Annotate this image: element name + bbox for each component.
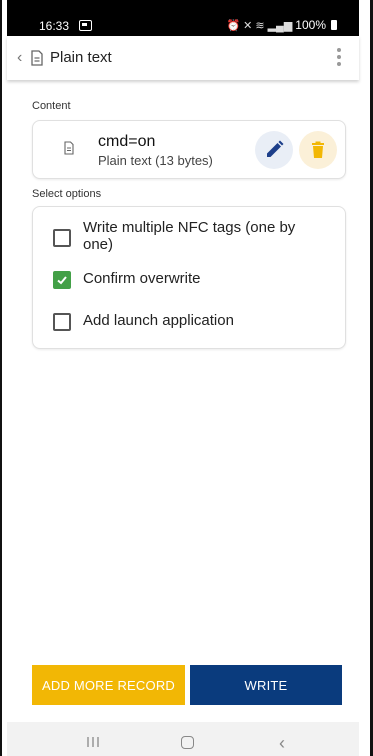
back-icon[interactable]: ‹ [17,49,29,67]
write-button[interactable]: WRITE [190,665,342,705]
record-subtitle: Plain text (13 bytes) [98,153,213,168]
wifi-icon: ≋ [255,19,265,32]
alarm-icon: ⏰ [226,19,241,32]
option-label: Add launch application [83,312,234,329]
checkbox-write-multiple[interactable] [53,229,71,247]
checkmark-icon [57,276,67,285]
status-bar: 16:33 ⏰ ✕ ≋ ▂▄▆ 100% [7,0,359,36]
record-card[interactable]: cmd=on Plain text (13 bytes) [32,120,346,179]
recents-icon[interactable] [87,737,99,747]
checkbox-add-launch-application[interactable] [53,313,71,331]
option-label: Confirm overwrite [83,270,201,287]
document-icon [64,141,74,155]
options-card: Write multiple NFC tags (one by one) Con… [32,206,346,349]
trash-icon [312,141,324,158]
content-section-label: Content [32,100,71,112]
status-icons: ⏰ ✕ ≋ ▂▄▆ 100% [226,18,337,32]
mute-icon: ✕ [243,19,253,32]
back-nav-icon[interactable]: ‹ [279,733,285,754]
document-icon [31,50,43,66]
gallery-notification-icon [79,20,92,31]
option-add-launch-application[interactable]: Add launch application [53,311,333,333]
option-label-line2: one) [83,236,114,253]
option-confirm-overwrite[interactable]: Confirm overwrite [53,269,333,291]
option-write-multiple[interactable]: Write multiple NFC tags (one by one) [53,219,333,259]
delete-record-button[interactable] [299,131,337,169]
action-buttons: ADD MORE RECORD WRITE [32,665,342,705]
overflow-menu-icon[interactable] [337,48,341,68]
system-nav-bar: ‹ [7,722,359,756]
home-icon[interactable] [181,736,194,749]
page-title: Plain text [50,49,112,66]
status-time: 16:33 [39,19,70,33]
battery-icon [331,20,337,30]
app-bar: ‹ Plain text [7,36,359,80]
left-border [0,0,2,756]
signal-icon: ▂▄▆ [267,19,293,32]
options-section-label: Select options [32,188,102,200]
edit-record-button[interactable] [255,131,293,169]
battery-percent: 100% [295,18,326,32]
checkbox-confirm-overwrite[interactable] [53,271,71,289]
pencil-icon [267,140,284,157]
screenshot-frame: 16:33 ⏰ ✕ ≋ ▂▄▆ 100% ‹ Plain text Conten… [0,0,373,756]
phone-screen: 16:33 ⏰ ✕ ≋ ▂▄▆ 100% ‹ Plain text Conten… [7,0,359,756]
record-title: cmd=on [98,133,156,150]
add-more-record-button[interactable]: ADD MORE RECORD [32,665,185,705]
option-label-line1: Write multiple NFC tags (one by [83,219,296,236]
